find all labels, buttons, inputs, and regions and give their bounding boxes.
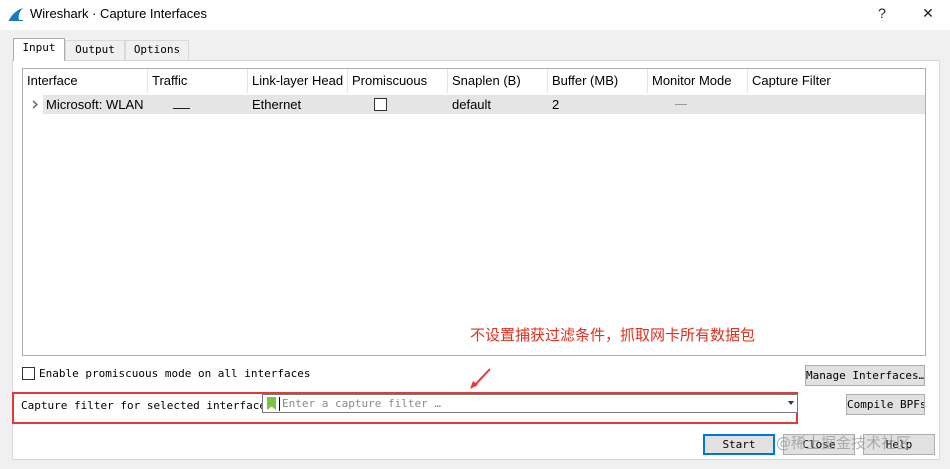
watermark-text: @稀土掘金技术社区 <box>776 434 912 452</box>
column-header-monitor-mode[interactable]: Monitor Mode <box>648 69 748 93</box>
expand-chevron-icon[interactable] <box>29 96 41 113</box>
text-caret <box>279 397 280 411</box>
snaplen-cell[interactable]: default <box>452 95 547 114</box>
column-header-promiscuous[interactable]: Promiscuous <box>348 69 448 93</box>
capture-filter-cell[interactable] <box>752 95 922 114</box>
annotation-text: 不设置捕获过滤条件，抓取网卡所有数据包 <box>470 326 756 344</box>
dropdown-arrow-icon[interactable] <box>788 401 794 405</box>
tab-output[interactable]: Output <box>65 40 125 60</box>
dialog-body: Input Output Options Interface Traffic L… <box>0 30 950 469</box>
annotation-arrow-icon <box>470 368 491 389</box>
capture-filter-input[interactable] <box>282 396 782 411</box>
column-header-capture-filter[interactable]: Capture Filter <box>748 69 925 93</box>
column-header-snaplen[interactable]: Snaplen (B) <box>448 69 548 93</box>
window-title: Wireshark · Capture Interfaces <box>30 6 208 21</box>
bookmark-icon[interactable] <box>267 397 276 410</box>
capture-filter-label: Capture filter for selected interfaces: <box>21 399 280 412</box>
buffer-cell[interactable]: 2 <box>552 95 647 114</box>
traffic-sparkline <box>173 108 190 109</box>
close-window-button[interactable]: ✕ <box>918 4 938 24</box>
column-header-interface[interactable]: Interface <box>23 69 148 93</box>
capture-filter-combo[interactable] <box>262 394 798 413</box>
compile-bpfs-button[interactable]: Compile BPFs <box>846 394 925 415</box>
table-row[interactable]: Microsoft: WLAN Ethernet default 2 <box>43 95 925 114</box>
column-header-buffer[interactable]: Buffer (MB) <box>548 69 648 93</box>
tab-input[interactable]: Input <box>13 38 65 61</box>
promiscuous-all-label[interactable]: Enable promiscuous mode on all interface… <box>39 366 311 382</box>
monitor-mode-cell <box>675 104 687 105</box>
interface-name-cell: Microsoft: WLAN <box>46 97 144 112</box>
link-layer-cell[interactable]: Ethernet <box>252 95 347 114</box>
promiscuous-all-checkbox[interactable] <box>22 367 35 380</box>
promiscuous-checkbox[interactable] <box>374 98 387 111</box>
tab-options[interactable]: Options <box>125 40 189 60</box>
column-header-link-layer[interactable]: Link-layer Head <box>248 69 348 93</box>
start-button[interactable]: Start <box>703 434 775 455</box>
wireshark-fin-icon <box>9 8 23 21</box>
interfaces-table[interactable]: Interface Traffic Link-layer Head Promis… <box>22 68 926 356</box>
title-bar: Wireshark · Capture Interfaces ? ✕ <box>0 0 950 30</box>
help-title-button[interactable]: ? <box>872 4 892 24</box>
manage-interfaces-button[interactable]: Manage Interfaces… <box>805 365 925 386</box>
column-header-traffic[interactable]: Traffic <box>148 69 248 93</box>
